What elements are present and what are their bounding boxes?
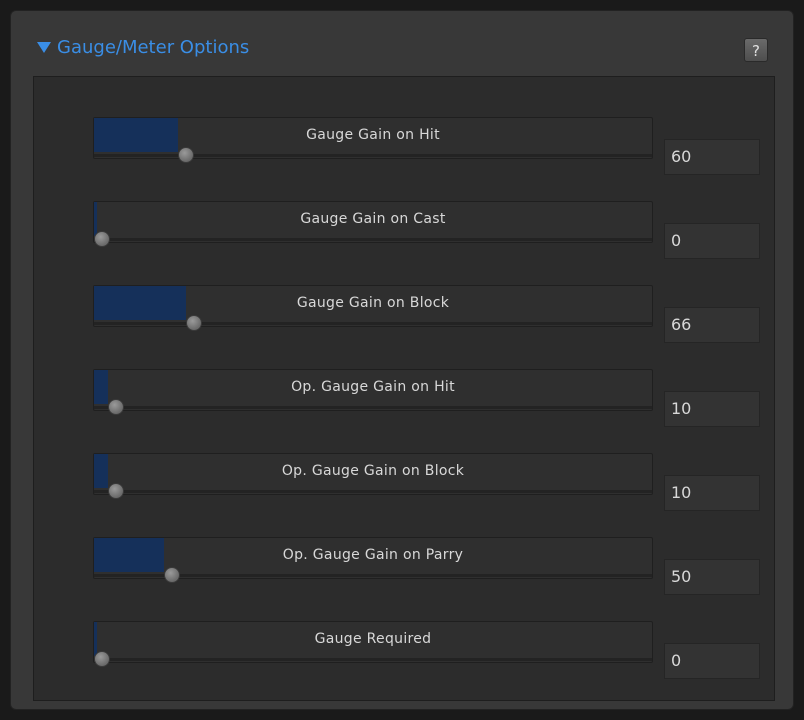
slider-label: Gauge Required [314, 631, 432, 647]
slider-track[interactable] [94, 406, 652, 409]
panel-title: Gauge/Meter Options [57, 37, 250, 58]
op-gauge-gain-on-hit-slider[interactable]: Op. Gauge Gain on Hit [93, 369, 653, 415]
gauge-gain-on-block-field[interactable]: 66 [664, 307, 760, 343]
op-gauge-gain-on-block-slider[interactable]: Op. Gauge Gain on Block [93, 453, 653, 499]
slider-row-gauge-required: Gauge Required 0 [34, 621, 776, 701]
op-gauge-gain-on-hit-field[interactable]: 10 [664, 391, 760, 427]
slider-label: Op. Gauge Gain on Parry [282, 547, 464, 563]
gauge-gain-on-block-slider[interactable]: Gauge Gain on Block [93, 285, 653, 331]
slider-row-gauge-gain-on-block: Gauge Gain on Block 66 [34, 285, 776, 365]
slider-thumb[interactable] [108, 399, 124, 415]
slider-row-gauge-gain-on-hit: Gauge Gain on Hit 60 [34, 117, 776, 197]
slider-track[interactable] [94, 658, 652, 661]
op-gauge-gain-on-parry-field[interactable]: 50 [664, 559, 760, 595]
slider-thumb[interactable] [186, 315, 202, 331]
gauge-required-slider[interactable]: Gauge Required [93, 621, 653, 667]
slider-thumb[interactable] [178, 147, 194, 163]
gauge-meter-options-panel: Gauge/Meter Options ? Gauge Gain on Hit … [10, 10, 794, 710]
gauge-gain-on-cast-field[interactable]: 0 [664, 223, 760, 259]
slider-thumb[interactable] [94, 651, 110, 667]
expand-triangle-icon[interactable] [37, 42, 51, 53]
slider-label: Op. Gauge Gain on Hit [291, 379, 455, 395]
slider-row-op-gauge-gain-on-parry: Op. Gauge Gain on Parry 50 [34, 537, 776, 617]
slider-row-gauge-gain-on-cast: Gauge Gain on Cast 0 [34, 201, 776, 281]
slider-thumb[interactable] [108, 483, 124, 499]
slider-thumb[interactable] [164, 567, 180, 583]
gauge-gain-on-hit-slider[interactable]: Gauge Gain on Hit [93, 117, 653, 163]
gauge-gain-on-cast-slider[interactable]: Gauge Gain on Cast [93, 201, 653, 247]
slider-track[interactable] [94, 322, 652, 325]
help-button[interactable]: ? [744, 38, 768, 62]
slider-label: Gauge Gain on Cast [300, 211, 446, 227]
gauge-required-field[interactable]: 0 [664, 643, 760, 679]
op-gauge-gain-on-block-field[interactable]: 10 [664, 475, 760, 511]
slider-track[interactable] [94, 238, 652, 241]
slider-track[interactable] [94, 490, 652, 493]
gauge-gain-on-hit-field[interactable]: 60 [664, 139, 760, 175]
panel-header[interactable]: Gauge/Meter Options ? [11, 11, 793, 81]
slider-label: Gauge Gain on Block [296, 295, 450, 311]
options-content: Gauge Gain on Hit 60 Gauge Gain on Cast … [33, 76, 775, 701]
slider-thumb[interactable] [94, 231, 110, 247]
slider-row-op-gauge-gain-on-hit: Op. Gauge Gain on Hit 10 [34, 369, 776, 449]
slider-label: Gauge Gain on Hit [306, 127, 440, 143]
foldout-toggle[interactable]: Gauge/Meter Options [37, 37, 249, 58]
slider-row-op-gauge-gain-on-block: Op. Gauge Gain on Block 10 [34, 453, 776, 533]
op-gauge-gain-on-parry-slider[interactable]: Op. Gauge Gain on Parry [93, 537, 653, 583]
slider-label: Op. Gauge Gain on Block [281, 463, 465, 479]
